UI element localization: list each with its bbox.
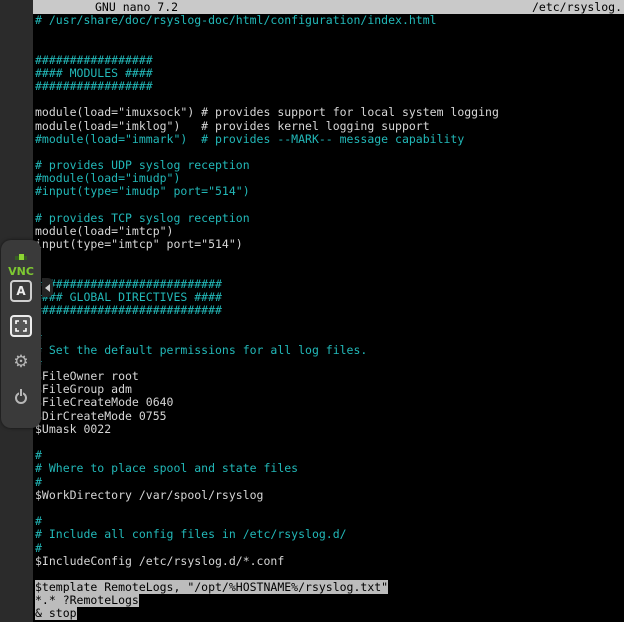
power-button[interactable] xyxy=(10,387,32,409)
file-path: /etc/rsyslog. xyxy=(532,0,622,14)
extra-keys-button[interactable]: A xyxy=(10,280,32,302)
editor-line xyxy=(35,27,624,40)
vnc-sidebar: VNC A ⚙ xyxy=(0,0,33,622)
settings-button[interactable]: ⚙ xyxy=(10,351,32,373)
editor-line: & stop xyxy=(35,607,624,620)
editor-line: # Include all config files in /etc/rsysl… xyxy=(35,528,624,541)
vnc-control-panel: VNC A ⚙ xyxy=(1,240,41,428)
editor-line: $WorkDirectory /var/spool/rsyslog xyxy=(35,489,624,502)
editor-line: # /usr/share/doc/rsyslog-doc/html/config… xyxy=(35,14,624,27)
chevron-left-icon xyxy=(45,284,50,292)
editor-line xyxy=(35,502,624,515)
editor-line: ################# xyxy=(35,80,624,93)
nano-titlebar: GNU nano 7.2 /etc/rsyslog. xyxy=(33,0,624,14)
editor-line: #module(load="immark") # provides --MARK… xyxy=(35,133,624,146)
panel-collapse-handle[interactable] xyxy=(42,278,53,297)
editor-line: ########################### xyxy=(35,304,624,317)
vnc-logo-text: VNC xyxy=(1,266,41,277)
editor-line: $Umask 0022 xyxy=(35,423,624,436)
fullscreen-button[interactable] xyxy=(10,315,32,337)
screen: VNC A ⚙ GNU nano 7.2 /etc/rsyslog. xyxy=(0,0,624,622)
editor-line: $DirCreateMode 0755 xyxy=(35,410,624,423)
terminal-window[interactable]: GNU nano 7.2 /etc/rsyslog. # /usr/share/… xyxy=(33,0,624,622)
editor-line: # Where to place spool and state files xyxy=(35,462,624,475)
editor-line: # Set the default permissions for all lo… xyxy=(35,344,624,357)
vnc-flag-icon xyxy=(13,254,29,262)
nano-version: GNU nano 7.2 xyxy=(95,0,178,14)
editor-content[interactable]: # /usr/share/doc/rsyslog-doc/html/config… xyxy=(33,14,624,621)
editor-line xyxy=(35,317,624,330)
editor-line xyxy=(35,251,624,264)
power-icon xyxy=(15,392,27,404)
editor-line xyxy=(35,436,624,449)
gear-icon: ⚙ xyxy=(13,354,28,371)
editor-line: *.* ?RemoteLogs xyxy=(35,594,624,607)
editor-line: #input(type="imudp" port="514") xyxy=(35,185,624,198)
vnc-logo: VNC xyxy=(1,247,41,277)
editor-line: input(type="imtcp" port="514") xyxy=(35,238,624,251)
fullscreen-icon xyxy=(15,320,27,332)
editor-line: $IncludeConfig /etc/rsyslog.d/*.conf xyxy=(35,555,624,568)
extra-keys-label: A xyxy=(16,284,25,298)
